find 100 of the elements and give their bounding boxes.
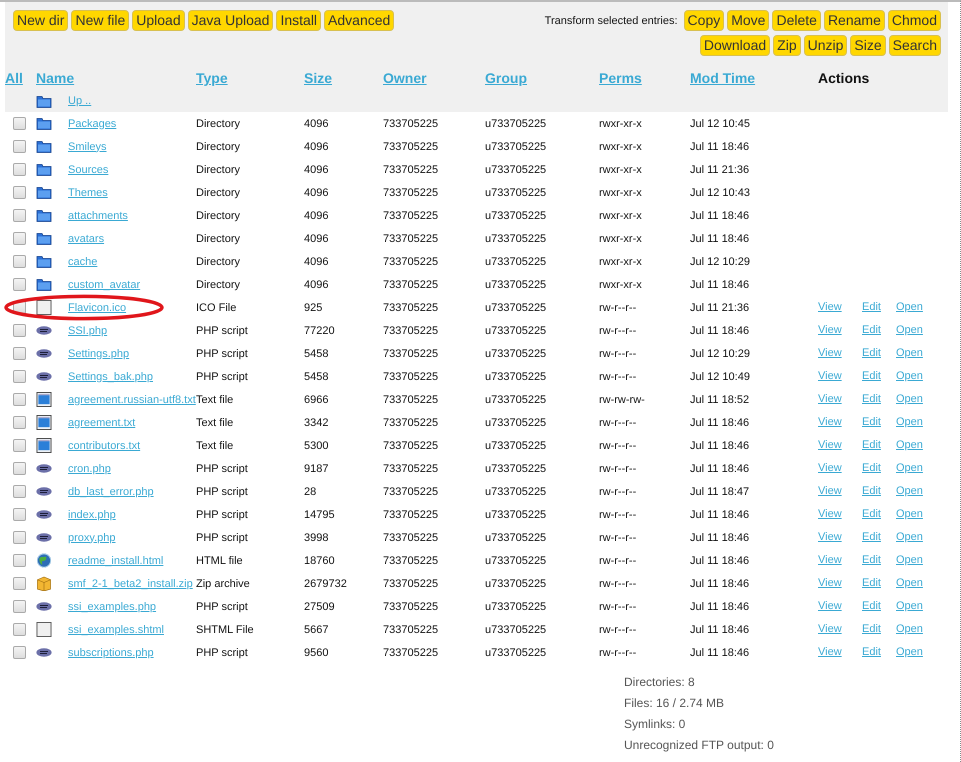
action-link[interactable]: Open	[896, 370, 923, 382]
action-link[interactable]: View	[818, 416, 842, 428]
action-link[interactable]: Edit	[862, 370, 881, 382]
row-checkbox[interactable]	[13, 416, 26, 429]
action-link[interactable]: Edit	[862, 300, 881, 312]
action-link[interactable]: View	[818, 600, 842, 612]
action-link[interactable]: View	[818, 392, 842, 404]
file-name-link[interactable]: SSI.php	[63, 324, 196, 336]
action-link[interactable]: Open	[896, 646, 923, 658]
action-link[interactable]: Edit	[862, 530, 881, 542]
transform-button[interactable]: Download	[700, 35, 770, 56]
row-checkbox[interactable]	[13, 324, 26, 337]
action-link[interactable]: View	[818, 576, 842, 588]
select-all-link[interactable]: All	[5, 70, 31, 86]
action-link[interactable]: Edit	[862, 392, 881, 404]
action-link[interactable]: Edit	[862, 438, 881, 450]
file-name-link[interactable]: proxy.php	[63, 532, 196, 544]
row-checkbox[interactable]	[13, 163, 26, 176]
toolbar-button[interactable]: Upload	[132, 10, 185, 31]
transform-button[interactable]: Copy	[684, 10, 724, 31]
action-link[interactable]: View	[818, 324, 842, 336]
action-link[interactable]: View	[818, 346, 842, 358]
file-name-link[interactable]: Settings_bak.php	[63, 370, 196, 382]
file-name-link[interactable]: cache	[63, 256, 196, 268]
row-checkbox[interactable]	[13, 186, 26, 199]
action-link[interactable]: View	[818, 438, 842, 450]
toolbar-button[interactable]: Install	[276, 10, 322, 31]
action-link[interactable]: View	[818, 530, 842, 542]
row-checkbox[interactable]	[13, 646, 26, 659]
action-link[interactable]: Edit	[862, 462, 881, 474]
action-link[interactable]: Open	[896, 576, 923, 588]
action-link[interactable]: Edit	[862, 554, 881, 566]
row-checkbox[interactable]	[13, 600, 26, 613]
transform-button[interactable]: Zip	[773, 35, 801, 56]
column-header-link[interactable]: Size	[304, 70, 383, 86]
file-name-link[interactable]: custom_avatar	[63, 278, 196, 290]
file-name-link[interactable]: contributors.txt	[63, 440, 196, 452]
toolbar-button[interactable]: New dir	[13, 10, 68, 31]
row-checkbox[interactable]	[13, 140, 26, 153]
action-link[interactable]: Edit	[862, 484, 881, 496]
row-checkbox[interactable]	[13, 370, 26, 383]
file-name-link[interactable]: subscriptions.php	[63, 646, 196, 658]
action-link[interactable]: Edit	[862, 508, 881, 520]
transform-button[interactable]: Unzip	[804, 35, 848, 56]
transform-button[interactable]: Chmod	[888, 10, 941, 31]
file-name-link[interactable]: readme_install.html	[63, 554, 196, 566]
action-link[interactable]: Open	[896, 530, 923, 542]
transform-button[interactable]: Search	[888, 35, 941, 56]
row-checkbox[interactable]	[13, 393, 26, 406]
file-name-link[interactable]: index.php	[63, 508, 196, 520]
action-link[interactable]: Open	[896, 554, 923, 566]
file-name-link[interactable]: smf_2-1_beta2_install.zip	[63, 578, 196, 590]
row-checkbox[interactable]	[13, 623, 26, 636]
toolbar-button[interactable]: Advanced	[324, 10, 394, 31]
action-link[interactable]: Open	[896, 462, 923, 474]
action-link[interactable]: View	[818, 646, 842, 658]
action-link[interactable]: Open	[896, 416, 923, 428]
action-link[interactable]: View	[818, 300, 842, 312]
column-header-link[interactable]: Type	[196, 70, 304, 86]
row-checkbox[interactable]	[13, 232, 26, 245]
file-name-link[interactable]: Settings.php	[63, 348, 196, 360]
column-header-link[interactable]: Perms	[599, 70, 690, 86]
column-header-link[interactable]: Name	[31, 70, 196, 86]
file-name-link[interactable]: Smileys	[63, 140, 196, 152]
file-name-link[interactable]: Packages	[63, 118, 196, 130]
toolbar-button[interactable]: New file	[71, 10, 130, 31]
action-link[interactable]: View	[818, 462, 842, 474]
action-link[interactable]: Edit	[862, 622, 881, 634]
transform-button[interactable]: Move	[727, 10, 770, 31]
row-checkbox[interactable]	[13, 255, 26, 268]
row-checkbox[interactable]	[13, 278, 26, 291]
action-link[interactable]: View	[818, 508, 842, 520]
action-link[interactable]: Open	[896, 508, 923, 520]
action-link[interactable]: Open	[896, 438, 923, 450]
action-link[interactable]: Edit	[862, 646, 881, 658]
file-name-link[interactable]: Themes	[63, 186, 196, 198]
row-checkbox[interactable]	[13, 209, 26, 222]
row-checkbox[interactable]	[13, 508, 26, 521]
row-checkbox[interactable]	[13, 485, 26, 498]
action-link[interactable]: Open	[896, 392, 923, 404]
file-name-link[interactable]: attachments	[63, 210, 196, 222]
action-link[interactable]: View	[818, 554, 842, 566]
action-link[interactable]: Open	[896, 324, 923, 336]
transform-button[interactable]: Rename	[824, 10, 885, 31]
action-link[interactable]: Edit	[862, 576, 881, 588]
row-checkbox[interactable]	[13, 554, 26, 567]
row-checkbox[interactable]	[13, 347, 26, 360]
file-name-link[interactable]: ssi_examples.shtml	[63, 624, 196, 636]
row-checkbox[interactable]	[13, 531, 26, 544]
file-name-link[interactable]: cron.php	[63, 462, 196, 474]
column-header-link[interactable]: Mod Time	[690, 70, 818, 86]
row-checkbox[interactable]	[13, 577, 26, 590]
action-link[interactable]: Open	[896, 622, 923, 634]
file-name-link[interactable]: agreement.txt	[63, 416, 196, 428]
file-name-link[interactable]: Flavicon.ico	[63, 302, 196, 314]
row-checkbox[interactable]	[13, 117, 26, 130]
transform-button[interactable]: Size	[850, 35, 886, 56]
file-name-link[interactable]: avatars	[63, 232, 196, 244]
action-link[interactable]: Open	[896, 300, 923, 312]
column-header-link[interactable]: Owner	[383, 70, 485, 86]
